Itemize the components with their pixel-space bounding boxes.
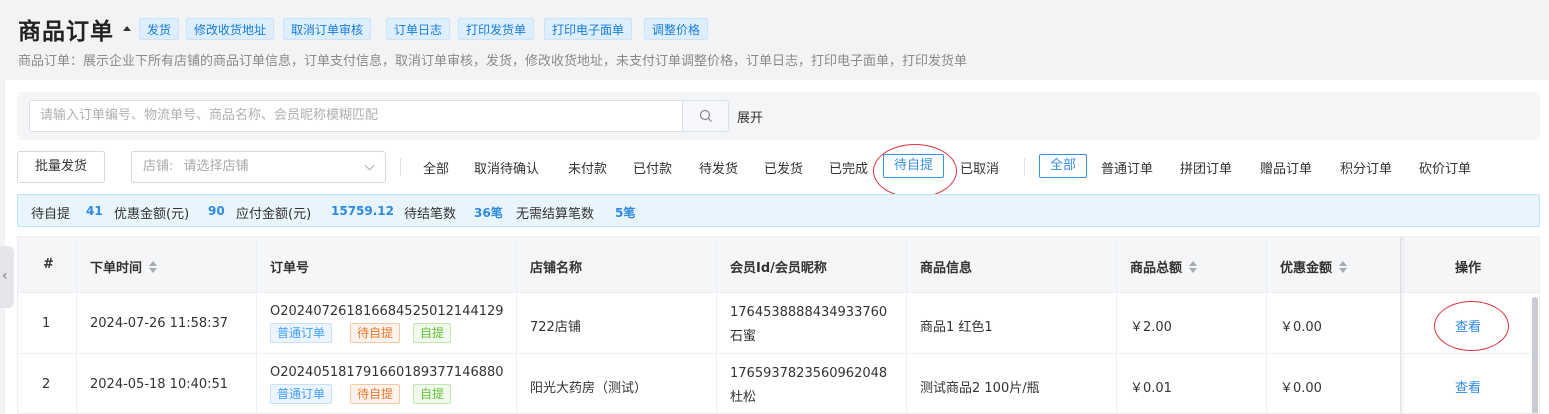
summary-nosettle-label: 无需结算笔数: [516, 207, 595, 222]
row-discount: ￥0.00: [1280, 381, 1322, 396]
delivery-type-tag: 自提: [413, 323, 452, 343]
chevron-down-icon: [364, 160, 375, 171]
page-description: 商品订单：展示企业下所有店铺的商品订单信息，订单支付信息，取消订单审核，发货，修…: [18, 54, 968, 69]
row-order-no: O20240726181668452501214412​9: [270, 304, 504, 319]
view-order-link[interactable]: 查看: [1455, 316, 1481, 335]
order-status-tag: 待自提: [350, 384, 401, 404]
expand-filters-link[interactable]: 展开: [737, 107, 763, 126]
row-product: 测试商品2 100片/瓶: [920, 381, 1040, 396]
tab-type-group[interactable]: 拼团订单: [1180, 158, 1232, 177]
adjust-price-button[interactable]: 调整价格: [644, 18, 709, 40]
ship-button[interactable]: 发货: [139, 18, 180, 40]
tab-status-cancel-pending[interactable]: 取消待确认: [474, 158, 539, 177]
table-row: 1 2024-07-26 11:58:37 O20240726181668452…: [18, 293, 1539, 354]
col-store: 店铺名称: [530, 261, 583, 276]
collapse-caret-icon[interactable]: [123, 26, 131, 31]
summary-settle-value: 36笔: [474, 206, 503, 220]
sort-icon[interactable]: [1188, 261, 1198, 273]
tab-status-unpaid[interactable]: 未付款: [568, 158, 607, 177]
edit-address-button[interactable]: 修改收货地址: [186, 18, 275, 40]
col-index: #: [43, 257, 54, 272]
tab-status-cancelled[interactable]: 已取消: [960, 158, 999, 177]
row-store: 722店铺: [530, 320, 581, 335]
tab-status-pickup[interactable]: 待自提: [883, 154, 945, 178]
col-order-time-label: 下单时间: [90, 261, 143, 276]
summary-payable-value: 15759.12: [331, 204, 395, 218]
order-status-tag: 待自提: [350, 323, 401, 343]
summary-bar: 待自提 41 优惠金额(元) 90 应付金额(元) 15759.12 待结笔数 …: [17, 194, 1540, 227]
tab-status-paid[interactable]: 已付款: [633, 158, 672, 177]
row-discount: ￥0.00: [1280, 320, 1322, 335]
row-member-nick: 石蜜: [730, 329, 757, 344]
divider: [1024, 158, 1025, 176]
tab-type-bargain[interactable]: 砍价订单: [1419, 158, 1471, 177]
delivery-type-tag: 自提: [413, 384, 452, 404]
search-button[interactable]: [682, 100, 729, 132]
table-scrollbar[interactable]: [1532, 297, 1538, 413]
summary-pickup-label: 待自提: [31, 207, 71, 222]
store-select-placeholder: 请选择店铺: [183, 159, 249, 174]
col-actions: 操作: [1455, 261, 1482, 276]
row-product: 商品1 红色1: [920, 320, 993, 335]
sort-icon[interactable]: [1338, 261, 1348, 273]
search-input[interactable]: 请输入订单编号、物流单号、商品名称、会员昵称模糊匹配: [29, 100, 683, 132]
table-row: 2 2024-05-18 10:40:51 O20240518179166018…: [18, 354, 1539, 413]
search-bar: 请输入订单编号、物流单号、商品名称、会员昵称模糊匹配 展开: [17, 92, 1540, 140]
print-shipping-note-button[interactable]: 打印发货单: [458, 18, 535, 40]
order-log-button[interactable]: 订单日志: [386, 18, 451, 40]
row-member-id: 1765937823560962048: [730, 366, 888, 381]
row-order-no: O20240518179166018937714688​0: [270, 365, 504, 380]
tab-status-to-ship[interactable]: 待发货: [699, 158, 738, 177]
row-member-id: 1764538888434933760: [730, 305, 888, 320]
order-type-tag: 普通订单: [270, 323, 333, 343]
summary-pickup-value: 41: [86, 204, 103, 218]
tab-type-normal[interactable]: 普通订单: [1101, 158, 1153, 177]
summary-nosettle-value: 5笔: [615, 206, 636, 220]
page-title: 商品订单: [18, 19, 114, 45]
summary-discount-value: 90: [208, 204, 225, 218]
col-total[interactable]: 商品总额: [1130, 257, 1198, 276]
summary-discount-label: 优惠金额(元): [114, 207, 190, 222]
summary-settle-label: 待结笔数: [404, 207, 457, 222]
batch-ship-button[interactable]: 批量发货: [17, 151, 105, 183]
col-discount-label: 优惠金额: [1280, 261, 1333, 276]
search-icon: [699, 109, 712, 122]
store-select[interactable]: 店铺: 请选择店铺: [131, 151, 386, 183]
row-index: 1: [42, 316, 51, 331]
summary-payable-label: 应付金额(元): [236, 207, 312, 222]
row-store: 阳光大药房（测试）: [530, 381, 648, 396]
table-header: # 下单时间 订单号 店铺名称 会员Id/会员昵称 商品信息 商品总额 优惠金额…: [18, 237, 1539, 293]
row-order-time: 2024-07-26 11:58:37: [90, 316, 229, 331]
tab-status-all[interactable]: 全部: [423, 158, 449, 177]
view-order-link[interactable]: 查看: [1455, 377, 1481, 396]
tab-type-points[interactable]: 积分订单: [1340, 158, 1392, 177]
tab-status-shipped[interactable]: 已发货: [764, 158, 803, 177]
row-index: 2: [42, 377, 51, 392]
col-order-no: 订单号: [270, 261, 310, 276]
sidebar-toggle[interactable]: ‹: [0, 246, 14, 308]
row-member-nick: 杜松: [730, 390, 757, 405]
col-total-label: 商品总额: [1130, 261, 1183, 276]
col-discount[interactable]: 优惠金额: [1280, 257, 1348, 276]
row-total: ￥0.01: [1130, 381, 1172, 396]
row-total: ￥2.00: [1130, 320, 1172, 335]
row-order-time: 2024-05-18 10:40:51: [90, 377, 229, 392]
col-product: 商品信息: [920, 261, 973, 276]
store-select-label: 店铺:: [143, 159, 174, 174]
col-member: 会员Id/会员昵称: [730, 261, 827, 276]
cancel-review-button[interactable]: 取消订单审核: [283, 18, 372, 40]
chevron-left-icon: ‹: [2, 268, 8, 284]
print-waybill-button[interactable]: 打印电子面单: [544, 18, 633, 40]
tab-status-completed[interactable]: 已完成: [829, 158, 868, 177]
sort-icon[interactable]: [148, 261, 158, 273]
col-order-time[interactable]: 下单时间: [90, 257, 158, 276]
tab-type-gift[interactable]: 赠品订单: [1260, 158, 1312, 177]
order-type-tag: 普通订单: [270, 384, 333, 404]
orders-table: # 下单时间 订单号 店铺名称 会员Id/会员昵称 商品信息 商品总额 优惠金额…: [17, 236, 1540, 414]
page-header: 商品订单 发货 修改收货地址 取消订单审核 订单日志 打印发货单 打印电子面单 …: [0, 0, 1549, 80]
tab-type-all[interactable]: 全部: [1039, 154, 1088, 178]
divider: [400, 158, 401, 176]
